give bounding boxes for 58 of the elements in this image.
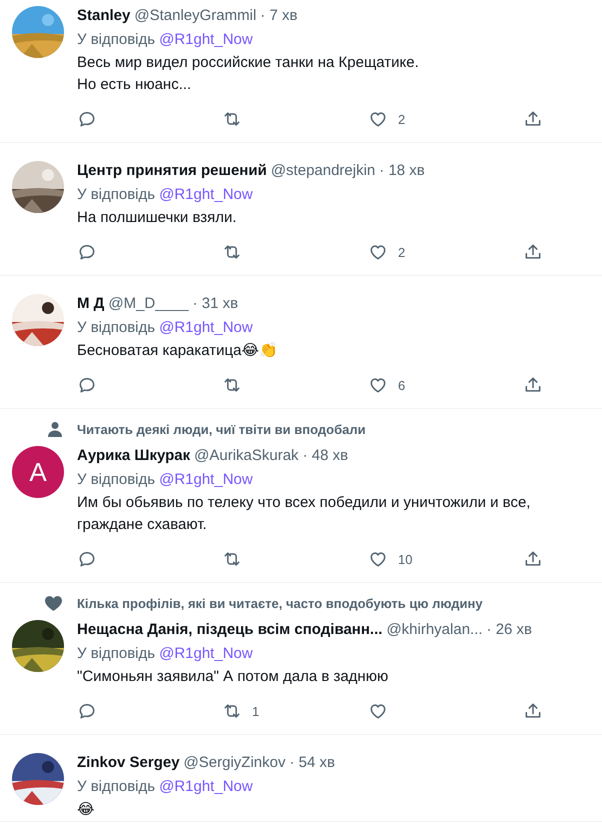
reply-label: У відповідь <box>77 186 156 202</box>
timestamp[interactable]: · 31 хв <box>192 294 238 312</box>
user-handle[interactable]: @M_D____ <box>108 294 189 312</box>
reply-icon <box>77 242 97 262</box>
reply-button[interactable] <box>77 109 97 129</box>
avatar[interactable]: A <box>12 446 64 498</box>
reply-icon <box>77 549 97 569</box>
display-name[interactable]: М Д <box>77 294 104 312</box>
user-handle[interactable]: @SergiyZinkov <box>184 754 286 770</box>
like-button[interactable]: 6 <box>368 375 406 395</box>
tweet-text: Но есть нюанс... <box>77 75 192 95</box>
reply-button[interactable] <box>77 242 97 262</box>
timestamp[interactable]: · 48 хв <box>302 446 348 464</box>
display-name[interactable]: Zinkov Sergey <box>77 754 180 770</box>
tweet-text: "Симоньян заявила" А потом дала в заднюю <box>77 667 390 687</box>
tweet-text: На полшишечки взяли. <box>77 208 238 228</box>
reply-label: У відповідь <box>77 318 156 336</box>
user-handle[interactable]: @AurikaSkurak <box>194 446 299 464</box>
retweet-button[interactable]: 1 <box>222 701 260 721</box>
heart-icon <box>45 596 62 610</box>
timestamp[interactable]: · 18 хв <box>379 162 425 178</box>
tweet-text: граждане схавают. <box>77 515 208 535</box>
mention-link[interactable]: @R1ght_Now <box>159 644 253 662</box>
reply-button[interactable] <box>77 375 97 395</box>
mention-link[interactable]: @R1ght_Now <box>159 318 253 336</box>
user-handle[interactable]: @StanleyGrammil <box>134 6 256 24</box>
social-context: Кілька профілів, які ви читаєте, часто вподобують цю людину <box>77 596 484 610</box>
mention-link[interactable]: @R1ght_Now <box>159 30 253 48</box>
person-icon <box>48 421 62 437</box>
mention-link[interactable]: @R1ght_Now <box>159 186 253 202</box>
user-handle[interactable]: @khirhyalan... <box>386 620 483 638</box>
tweet-text: Бесноватая каракатица😂👏 <box>77 341 279 361</box>
timestamp[interactable]: · 7 хв <box>260 6 298 24</box>
reply-label: У відповідь <box>77 778 156 794</box>
mention-link[interactable]: @R1ght_Now <box>159 778 253 794</box>
tweet-text: Весь мир видел российские танки на Крещатике. <box>77 53 420 73</box>
display-name[interactable]: Центр принятия решений <box>77 162 267 178</box>
display-name[interactable]: Нещасна Данія, піздець всім сподіванн... <box>77 620 382 638</box>
display-name[interactable]: Stanley <box>77 6 130 24</box>
timestamp[interactable]: · 54 хв <box>289 754 335 770</box>
mention-link[interactable]: @R1ght_Now <box>159 470 253 488</box>
reply-button[interactable] <box>77 549 97 569</box>
reply-icon <box>77 701 97 721</box>
timestamp[interactable]: · 26 хв <box>486 620 532 638</box>
social-context: Читають деякі люди, чиї твіти ви вподобали <box>77 422 367 436</box>
reply-icon <box>77 109 97 129</box>
reply-button[interactable] <box>77 701 97 721</box>
tweet-text: 😂 <box>77 800 96 820</box>
display-name[interactable]: Аурика Шкурак <box>77 446 190 464</box>
reply-label: У відповідь <box>77 470 156 488</box>
like-button[interactable]: 10 <box>368 549 412 569</box>
user-handle[interactable]: @stepandrejkin <box>270 162 376 178</box>
tweet-text: Им бы обьявиь по телеку что всех победили и уничтожили и все, <box>77 493 532 513</box>
reply-icon <box>77 375 97 395</box>
like-button[interactable]: 2 <box>368 109 406 129</box>
reply-label: У відповідь <box>77 30 156 48</box>
like-button[interactable]: 2 <box>368 242 406 262</box>
reply-label: У відповідь <box>77 644 156 662</box>
